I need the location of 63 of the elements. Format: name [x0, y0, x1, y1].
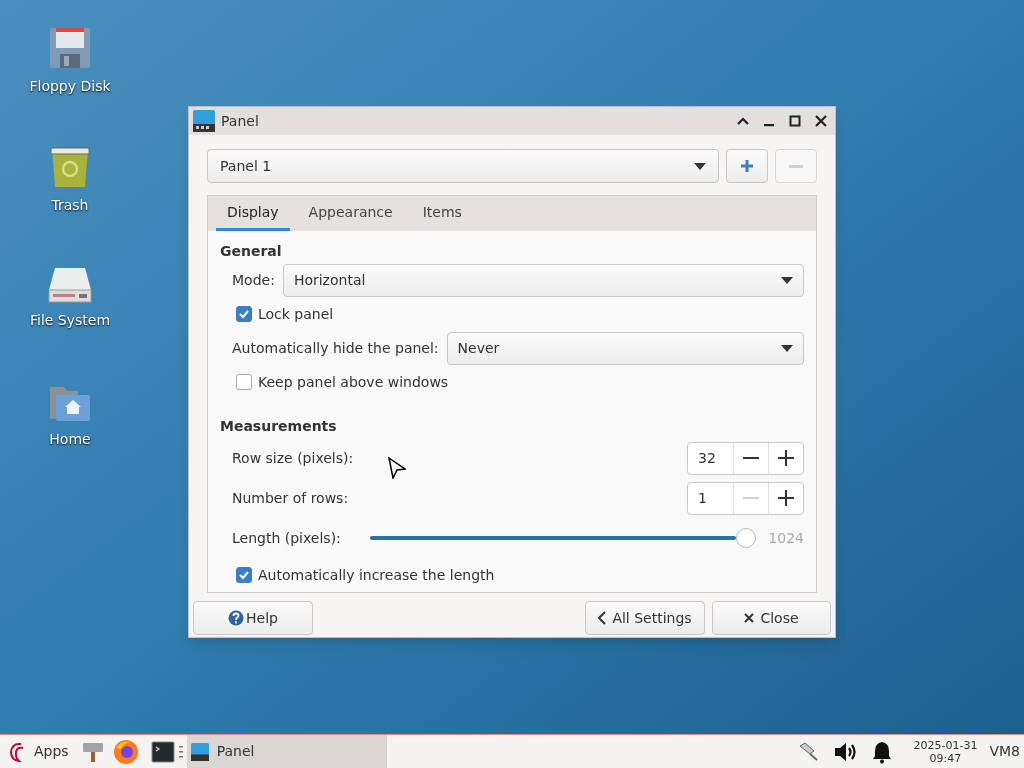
- close-dialog-button[interactable]: Close: [712, 601, 831, 635]
- help-icon: [228, 610, 245, 626]
- slider-reading: 1024: [768, 528, 804, 548]
- checkbox-label: Lock panel: [258, 304, 334, 324]
- clock-time: 09:47: [929, 751, 962, 765]
- browser-icon[interactable]: [112, 738, 139, 765]
- panel-dropdown[interactable]: Panel 1: [207, 149, 719, 183]
- dropdown[interactable]: Horizontal: [282, 263, 804, 297]
- tab[interactable]: Display: [216, 196, 290, 231]
- minus-icon: [743, 457, 759, 459]
- workspace-label[interactable]: VM8: [989, 741, 1020, 762]
- clock-date: 2025-01-31: [913, 738, 978, 752]
- field-label: Row size (pixels):: [232, 448, 354, 468]
- section-heading: General: [220, 242, 283, 261]
- tab[interactable]: Items: [411, 196, 473, 231]
- checkbox-label: Automatically increase the length: [258, 565, 495, 585]
- checkbox[interactable]: [236, 374, 252, 390]
- dropdown-value: Horizontal: [293, 270, 366, 290]
- drag-handle-icon: [178, 744, 183, 759]
- checkbox[interactable]: [236, 567, 252, 583]
- desktop-icon-label[interactable]: File System: [29, 310, 111, 331]
- tab[interactable]: Appearance: [297, 196, 404, 231]
- plus-icon: [778, 450, 794, 466]
- slider-handle[interactable]: [736, 528, 757, 548]
- panel-app-icon: [190, 742, 209, 761]
- clock[interactable]: 2025-01-31 09:47: [913, 738, 978, 765]
- spin-field[interactable]: 1: [687, 481, 804, 515]
- dropdown-caret-icon: [694, 162, 706, 170]
- field-label: Automatically hide the panel:: [232, 338, 439, 358]
- all-settings-button[interactable]: All Settings: [585, 601, 705, 635]
- apps-menu-button[interactable]: Apps: [4, 735, 73, 768]
- terminal-icon[interactable]: [150, 739, 175, 764]
- trash-icon: [48, 145, 92, 189]
- add-panel-button[interactable]: [726, 149, 768, 183]
- spin-field[interactable]: 32: [687, 441, 804, 475]
- checkbox-label: Keep panel above windows: [258, 372, 449, 392]
- plus-icon: [740, 159, 754, 173]
- window-title: Panel: [221, 111, 260, 131]
- notification-bell-icon[interactable]: [871, 739, 894, 764]
- desktop-icon-label[interactable]: Trash: [51, 195, 89, 216]
- mouse-pointer-icon: [388, 457, 406, 479]
- dropdown[interactable]: Never: [446, 331, 804, 365]
- close-icon: [744, 613, 755, 623]
- dropdown-caret-icon: [781, 276, 793, 284]
- chevron-left-icon: [598, 611, 607, 625]
- field-label: Length (pixels):: [232, 528, 342, 548]
- dropdown-value: Panel 1: [220, 156, 272, 176]
- minus-icon: [789, 164, 803, 168]
- dropdown-value: Never: [457, 338, 500, 358]
- minus-icon: [743, 497, 759, 499]
- spin-value: 32: [697, 448, 717, 468]
- plus-icon: [778, 490, 794, 506]
- dropdown-caret-icon: [781, 344, 793, 352]
- help-button[interactable]: Help: [193, 601, 313, 635]
- section-heading: Measurements: [220, 417, 338, 436]
- checkbox[interactable]: [236, 306, 252, 322]
- panel-app-icon: [193, 110, 215, 132]
- field-label: Number of rows:: [232, 488, 349, 508]
- desktop-icon-label[interactable]: Home: [49, 429, 91, 450]
- field-label: Mode:: [232, 270, 275, 290]
- desktop-icon-label[interactable]: Floppy Disk: [29, 76, 111, 97]
- taskbar-window-button[interactable]: Panel: [186, 735, 387, 768]
- spin-value: 1: [697, 488, 708, 508]
